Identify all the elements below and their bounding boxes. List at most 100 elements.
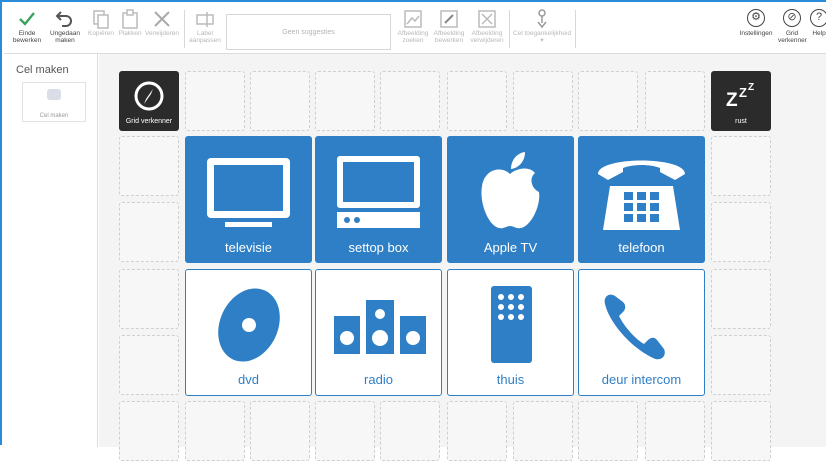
tile-deur-intercom[interactable]: deur intercom bbox=[578, 269, 705, 396]
empty-cell[interactable] bbox=[250, 71, 310, 131]
create-cell-card[interactable]: Cel maken bbox=[22, 82, 86, 122]
tile-label: Apple TV bbox=[483, 240, 538, 255]
settings-label: Instellingen bbox=[739, 30, 773, 37]
image-search-label: Afbeelding zoeken bbox=[397, 30, 429, 44]
empty-cell[interactable] bbox=[578, 401, 638, 461]
grid-explorer-tile-label: Grid verkenner bbox=[125, 118, 173, 125]
empty-cell[interactable] bbox=[185, 401, 245, 461]
accessibility-label: Cel toegankelijkheid bbox=[512, 30, 572, 37]
undo-label: Ungedaan maken bbox=[50, 30, 80, 44]
chat-icon bbox=[47, 89, 61, 100]
tile-televisie[interactable]: televisie bbox=[185, 136, 312, 263]
help-label: Help bbox=[812, 30, 826, 37]
tile-radio[interactable]: radio bbox=[315, 269, 442, 396]
undo-button[interactable]: Ungedaan maken bbox=[48, 8, 82, 44]
label-edit-label: Label aanpassen bbox=[189, 30, 221, 44]
toolbar: Einde bewerken Ungedaan maken Kopiëren P… bbox=[4, 4, 826, 54]
empty-cell[interactable] bbox=[645, 401, 705, 461]
copy-icon bbox=[93, 10, 109, 29]
tile-label: dvd bbox=[238, 372, 259, 387]
empty-cell[interactable] bbox=[119, 269, 179, 329]
svg-text:Z: Z bbox=[748, 82, 754, 93]
checkmark-icon bbox=[19, 12, 35, 26]
image-icon bbox=[404, 10, 422, 28]
paste-label: Plakken bbox=[118, 30, 142, 37]
settings-button[interactable]: ⚙ Instellingen bbox=[736, 8, 776, 37]
toolbar-divider bbox=[184, 10, 185, 48]
empty-cell[interactable] bbox=[513, 401, 573, 461]
empty-cell[interactable] bbox=[711, 202, 771, 262]
empty-cell[interactable] bbox=[711, 335, 771, 395]
empty-cell[interactable] bbox=[119, 202, 179, 262]
image-delete-button[interactable]: Afbeelding verwijderen bbox=[468, 8, 506, 44]
paste-icon bbox=[122, 9, 138, 29]
empty-cell[interactable] bbox=[578, 71, 638, 131]
tile-apple-tv[interactable]: Apple TV bbox=[447, 136, 574, 263]
copy-button[interactable]: Kopiëren bbox=[86, 8, 116, 37]
image-edit-button[interactable]: Afbeelding bewerken bbox=[432, 8, 466, 44]
rest-tile[interactable]: Z Z Z rust bbox=[711, 71, 771, 131]
paste-button[interactable]: Plakken bbox=[116, 8, 144, 37]
copy-label: Kopiëren bbox=[87, 30, 115, 37]
empty-cell[interactable] bbox=[513, 71, 573, 131]
empty-cell[interactable] bbox=[380, 401, 440, 461]
empty-cell[interactable] bbox=[645, 71, 705, 131]
image-edit-label: Afbeelding bewerken bbox=[433, 30, 465, 44]
tile-label: deur intercom bbox=[601, 372, 682, 387]
svg-text:Z: Z bbox=[739, 85, 747, 100]
empty-cell[interactable] bbox=[185, 71, 245, 131]
label-icon bbox=[196, 12, 214, 27]
delete-label: Verwijderen bbox=[145, 30, 179, 37]
tile-dvd[interactable]: dvd bbox=[185, 269, 312, 396]
empty-cell[interactable] bbox=[447, 71, 507, 131]
pencil-icon bbox=[440, 10, 458, 28]
app-window: Einde bewerken Ungedaan maken Kopiëren P… bbox=[0, 0, 826, 461]
help-button[interactable]: ? Help bbox=[810, 8, 826, 37]
image-delete-icon bbox=[478, 10, 496, 28]
tile-label: settop box bbox=[348, 240, 409, 255]
empty-cell[interactable] bbox=[380, 71, 440, 131]
svg-text:Z: Z bbox=[726, 90, 738, 111]
tile-thuis[interactable]: thuis bbox=[447, 269, 574, 396]
empty-cell[interactable] bbox=[447, 401, 507, 461]
close-icon bbox=[154, 11, 170, 27]
empty-cell[interactable] bbox=[315, 401, 375, 461]
left-panel: Cel maken Cel maken bbox=[4, 54, 98, 447]
tile-label: thuis bbox=[496, 372, 525, 387]
image-delete-label: Afbeelding verwijderen bbox=[470, 30, 504, 44]
tile-label: radio bbox=[364, 372, 393, 387]
help-icon: ? bbox=[810, 9, 826, 27]
empty-cell[interactable] bbox=[315, 71, 375, 131]
label-edit-button[interactable]: Label aanpassen bbox=[188, 8, 222, 44]
empty-cell[interactable] bbox=[711, 401, 771, 461]
gear-icon: ⚙ bbox=[747, 9, 765, 27]
delete-button[interactable]: Verwijderen bbox=[144, 8, 180, 37]
grid-explorer-tile[interactable]: Grid verkenner bbox=[119, 71, 179, 131]
panel-title: Cel maken bbox=[16, 64, 69, 76]
accessibility-button[interactable]: Cel toegankelijkheid ▾ bbox=[512, 8, 572, 44]
touch-icon bbox=[537, 9, 547, 29]
empty-cell[interactable] bbox=[119, 136, 179, 196]
tile-telefoon[interactable]: telefoon bbox=[578, 136, 705, 263]
grid-explorer-button[interactable]: ⊘ Grid verkenner bbox=[778, 8, 807, 44]
empty-cell[interactable] bbox=[711, 136, 771, 196]
undo-icon bbox=[55, 11, 72, 27]
tile-label: televisie bbox=[225, 240, 272, 255]
empty-cell[interactable] bbox=[250, 401, 310, 461]
tile-settop-box[interactable]: settop box bbox=[315, 136, 442, 263]
empty-cell[interactable] bbox=[711, 269, 771, 329]
grid-canvas: Grid verkenner Z Z Z rust televisie sett… bbox=[99, 54, 826, 461]
tile-label: telefoon bbox=[618, 240, 665, 255]
create-cell-label: Cel maken bbox=[39, 113, 69, 119]
image-search-button[interactable]: Afbeelding zoeken bbox=[396, 8, 430, 44]
toolbar-divider bbox=[509, 10, 510, 48]
finish-edit-button[interactable]: Einde bewerken bbox=[10, 8, 44, 44]
finish-edit-label: Einde bewerken bbox=[12, 30, 42, 44]
compass-icon: ⊘ bbox=[783, 9, 801, 27]
empty-cell[interactable] bbox=[119, 401, 179, 461]
grid-explorer-label: Grid verkenner bbox=[778, 30, 807, 44]
empty-cell[interactable] bbox=[119, 335, 179, 395]
toolbar-divider bbox=[575, 10, 576, 48]
rest-tile-label: rust bbox=[735, 118, 747, 125]
search-input[interactable]: Geen suggesties bbox=[226, 14, 391, 50]
